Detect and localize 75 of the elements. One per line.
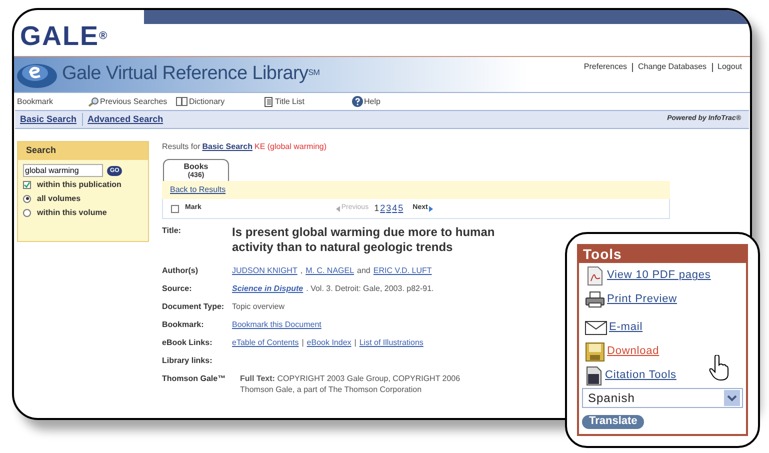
tool-link[interactable]: Citation Tools bbox=[585, 365, 746, 386]
citation-document-icon bbox=[585, 366, 603, 386]
tool-link[interactable]: Print Preview bbox=[585, 289, 746, 310]
gale-logo: GALE$^{®}$ bbox=[20, 22, 108, 50]
header-link[interactable]: Change Databases bbox=[638, 61, 707, 73]
page-link[interactable]: 4 bbox=[392, 202, 398, 216]
field-label: Library links: bbox=[162, 355, 214, 367]
book-icon bbox=[176, 97, 188, 106]
search-tab[interactable]: Basic Search bbox=[15, 112, 82, 126]
field-label: Document Type: bbox=[162, 301, 226, 313]
header-link[interactable]: Logout bbox=[718, 61, 742, 73]
radio-button[interactable] bbox=[23, 208, 31, 216]
option-label: all volumes bbox=[37, 192, 81, 204]
chevron-down-icon bbox=[724, 390, 740, 406]
checkbox[interactable] bbox=[23, 180, 31, 188]
field-value: | bbox=[302, 337, 304, 349]
document-link[interactable]: List of Illustrations bbox=[359, 337, 424, 355]
basic-search-link[interactable]: Basic Search bbox=[202, 141, 252, 153]
checkmark-icon bbox=[24, 182, 30, 188]
document-link[interactable]: Bookmark this Document bbox=[232, 319, 322, 337]
field-value: | bbox=[354, 337, 356, 349]
header-link[interactable]: Preferences bbox=[584, 61, 628, 73]
tool-link[interactable]: View 10 PDF pages bbox=[585, 265, 746, 286]
search-query: KE (global warming) bbox=[254, 141, 327, 153]
magnifier-icon bbox=[88, 96, 99, 106]
help-icon bbox=[352, 96, 363, 107]
mark-checkbox[interactable] bbox=[171, 204, 179, 212]
page-link[interactable]: 3 bbox=[386, 202, 392, 216]
document-link[interactable]: eTable of Contents bbox=[232, 337, 299, 355]
search-tab[interactable]: Advanced Search bbox=[82, 112, 168, 126]
document-list-icon bbox=[264, 96, 274, 106]
site-title: Gale Virtual Reference Library$^{SM}$ bbox=[62, 62, 320, 86]
field-value: , bbox=[300, 265, 303, 277]
search-panel-header: Search bbox=[18, 142, 148, 160]
nav-link[interactable]: Title List bbox=[264, 96, 352, 108]
nav-link[interactable]: Bookmark bbox=[17, 96, 88, 108]
envelope-icon bbox=[585, 320, 607, 334]
field-value: Topic overview bbox=[232, 301, 284, 313]
nav-link[interactable]: Previous Searches bbox=[88, 96, 176, 108]
tool-link[interactable]: Download bbox=[585, 341, 746, 362]
field-label: Author(s) bbox=[162, 265, 199, 277]
nav-link[interactable]: Help bbox=[352, 96, 440, 108]
field-value: and bbox=[357, 265, 370, 277]
left-triangle-icon bbox=[336, 206, 340, 212]
document-link[interactable]: Science in Dispute bbox=[232, 283, 304, 301]
page-link[interactable]: 5 bbox=[398, 202, 404, 216]
document-link[interactable]: M. C. NAGEL bbox=[306, 265, 354, 283]
document-link[interactable]: eBook Index bbox=[306, 337, 352, 355]
option-label: within this publication bbox=[37, 178, 122, 190]
option-label: within this volume bbox=[37, 206, 107, 218]
field-label: Source: bbox=[162, 283, 193, 295]
field-label: Bookmark: bbox=[162, 319, 205, 331]
language-select[interactable]: Spanish bbox=[582, 388, 743, 408]
field-label: Title: bbox=[162, 225, 182, 237]
page-link[interactable]: 2 bbox=[380, 202, 386, 216]
pdf-document-icon bbox=[585, 266, 605, 286]
translate-button[interactable]: Translate bbox=[582, 414, 644, 428]
page-link[interactable]: 1 bbox=[374, 202, 380, 216]
hand-cursor-icon bbox=[709, 355, 729, 381]
document-title: Is present global warming due more to human activity than to natural geologic trends bbox=[232, 225, 496, 256]
back-to-results-link[interactable]: Back to Results bbox=[170, 184, 226, 196]
field-value: . Vol. 3. Detroit: Gale, 2003. p82-91. bbox=[306, 283, 434, 295]
field-label: eBook Links: bbox=[162, 337, 214, 349]
document-link[interactable]: JUDSON KNIGHT bbox=[232, 265, 298, 283]
radio-button[interactable] bbox=[23, 194, 31, 202]
tools-header: Tools bbox=[579, 246, 746, 263]
printer-icon bbox=[585, 291, 605, 308]
document-link[interactable]: ERIC V.D. LUFT bbox=[373, 265, 432, 283]
tool-link[interactable]: E-mail bbox=[585, 317, 746, 338]
results-label: Results for bbox=[162, 141, 200, 153]
nav-link[interactable]: Dictionary bbox=[176, 96, 264, 108]
full-text-note: Full Text: COPYRIGHT 2003 Gale Group, COPYRIGHT 2006 Thomson Gale, a part of The Thomson Corporation bbox=[240, 373, 462, 395]
search-field[interactable]: global warming bbox=[23, 164, 103, 177]
right-triangle-icon bbox=[428, 206, 433, 212]
field-label: Thomson Gale™ bbox=[162, 373, 227, 385]
